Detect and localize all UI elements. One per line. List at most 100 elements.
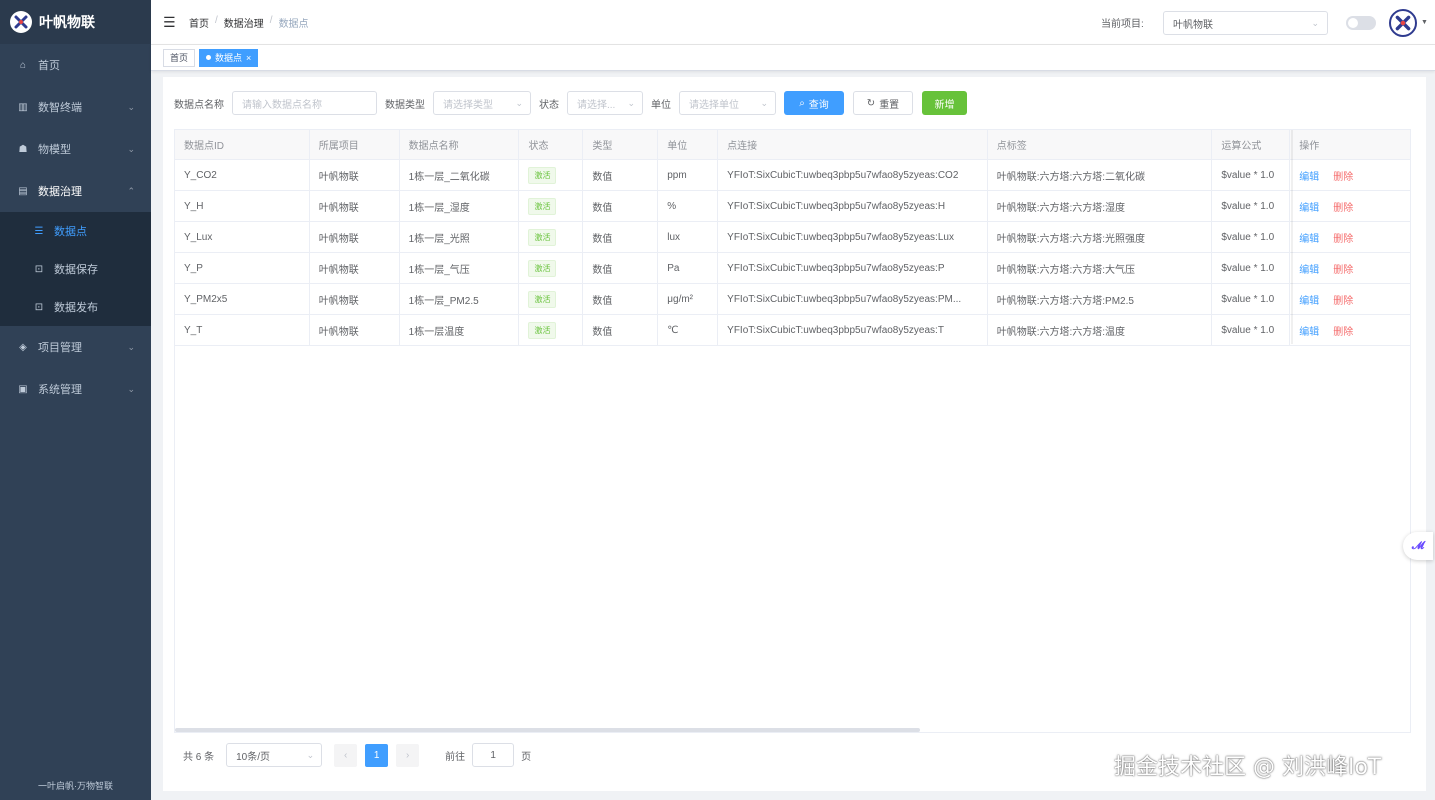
reset-button-label: 重置 <box>879 99 900 111</box>
delete-button[interactable]: 删除 <box>1333 199 1353 214</box>
delete-button[interactable]: 删除 <box>1333 261 1353 276</box>
filter-bar: 数据点名称 请输入数据点名称 数据类型 请选择类型 ⌄ 状态 请选择... ⌄ … <box>174 91 976 115</box>
status-badge: 激活 <box>528 166 557 184</box>
column-header: 操作 <box>1299 141 1320 152</box>
sidebar-item-data-points[interactable]: ☰ 数据点 <box>0 212 151 250</box>
table-cell: Y_Lux <box>175 222 310 252</box>
delete-button[interactable]: 删除 <box>1333 323 1353 338</box>
prev-page-button[interactable]: ‹ <box>334 743 358 767</box>
watermark: 掘金技术社区 @ 刘洪峰IoT <box>1114 755 1382 780</box>
assistant-float-button[interactable]: 𝓜 <box>1403 532 1433 560</box>
edit-button[interactable]: 编辑 <box>1299 199 1319 214</box>
table-cell: 数值 <box>583 160 659 190</box>
column-header: 状态 <box>519 130 584 159</box>
table-cell: 数值 <box>583 284 659 314</box>
status-select[interactable]: 请选择... ⌄ <box>567 91 643 115</box>
goto-label: 前往 <box>445 751 466 763</box>
table-cell: 叶帆物联 <box>310 160 400 190</box>
add-button[interactable]: 新增 <box>922 91 967 115</box>
chevron-down-icon: ⌄ <box>515 97 523 108</box>
close-icon[interactable]: × <box>246 53 251 63</box>
submenu: ☰ 数据点 ⊡ 数据保存 ⊡ 数据发布 <box>0 212 151 326</box>
edit-button[interactable]: 编辑 <box>1299 292 1319 307</box>
model-icon: ☗ <box>18 143 28 155</box>
table-cell: ppm <box>658 160 719 190</box>
tag-home[interactable]: 首页 <box>163 48 196 67</box>
sidebar-item-label: 数据发布 <box>54 302 98 314</box>
page-button[interactable]: 1 <box>365 743 389 767</box>
table-cell: 数值 <box>583 253 659 283</box>
table-cell: % <box>658 191 719 221</box>
unit-label: 单位 <box>651 99 671 111</box>
status-select-placeholder: 请选择... <box>577 99 616 111</box>
edit-button[interactable]: 编辑 <box>1299 323 1319 338</box>
column-header: 所属项目 <box>310 130 400 159</box>
refresh-icon: ↻ <box>866 97 876 109</box>
breadcrumb-home[interactable]: 首页 <box>189 15 209 30</box>
table-cell: 1栋一层_二氧化碳 <box>400 160 520 190</box>
app-name: 叶帆物联 <box>39 14 95 30</box>
table-cell: 叶帆物联 <box>310 315 400 345</box>
search-button-label: 查询 <box>808 99 829 111</box>
sidebar-item-terminal[interactable]: ▥ 数智终端 ⌄ <box>0 86 151 128</box>
unit-select-placeholder: 请选择单位 <box>689 99 739 111</box>
edit-button[interactable]: 编辑 <box>1299 230 1319 245</box>
table-cell: 叶帆物联 <box>310 253 400 283</box>
table-cell: YFIoT:SixCubicT:uwbeq3pbp5u7wfao8y5zyeas… <box>718 222 988 252</box>
edit-button[interactable]: 编辑 <box>1299 168 1319 183</box>
delete-button[interactable]: 删除 <box>1333 292 1353 307</box>
project-select[interactable]: 叶帆物联 ⌄ <box>1163 11 1328 35</box>
sidebar-item-model[interactable]: ☗ 物模型 ⌄ <box>0 128 151 170</box>
table-cell: Y_PM2x5 <box>175 284 310 314</box>
table-cell: 1栋一层_PM2.5 <box>400 284 520 314</box>
sidebar-item-label: 首页 <box>38 60 60 72</box>
name-input[interactable]: 请输入数据点名称 <box>232 91 377 115</box>
delete-button[interactable]: 删除 <box>1333 230 1353 245</box>
table-cell: lux <box>658 222 719 252</box>
avatar[interactable] <box>1389 9 1417 37</box>
sidebar-item-data-publish[interactable]: ⊡ 数据发布 <box>0 288 151 326</box>
edit-button[interactable]: 编辑 <box>1299 261 1319 276</box>
chevron-left-icon: ‹ <box>343 749 348 761</box>
chevron-down-icon: ⌄ <box>760 97 768 108</box>
status-label: 状态 <box>539 99 559 111</box>
chevron-right-icon: › <box>405 749 410 761</box>
chevron-down-icon: ⌄ <box>627 97 635 108</box>
actions-cell: 编辑 删除 <box>1290 253 1410 283</box>
theme-toggle[interactable] <box>1346 16 1376 30</box>
sidebar-item-project[interactable]: ◈ 项目管理 ⌄ <box>0 326 151 368</box>
delete-button[interactable]: 删除 <box>1333 168 1353 183</box>
terminal-icon: ▥ <box>18 101 28 113</box>
actions-cell: 编辑 删除 <box>1290 284 1410 314</box>
logo[interactable]: 叶帆物联 <box>0 0 151 44</box>
horizontal-scrollbar[interactable] <box>175 728 920 732</box>
page-size-select[interactable]: 10条/页 ⌄ <box>226 743 323 767</box>
caret-down-icon[interactable]: ▼ <box>1421 19 1428 26</box>
unit-select[interactable]: 请选择单位 ⌄ <box>679 91 776 115</box>
table-cell: Y_T <box>175 315 310 345</box>
hamburger-icon[interactable]: ☰ <box>163 14 179 31</box>
type-select[interactable]: 请选择类型 ⌄ <box>433 91 531 115</box>
sidebar-item-data-governance[interactable]: ▤ 数据治理 ⌃ <box>0 170 151 212</box>
table-cell: Y_H <box>175 191 310 221</box>
sidebar-item-home[interactable]: ⌂ 首页 <box>0 44 151 86</box>
pagination: 共 6 条 10条/页 ⌄ ‹ 1 › 前往 1 页 <box>183 743 531 767</box>
sidebar-item-data-save[interactable]: ⊡ 数据保存 <box>0 250 151 288</box>
sidebar-item-system[interactable]: ▣ 系统管理 ⌄ <box>0 368 151 410</box>
reset-button[interactable]: ↻ 重置 <box>853 91 913 115</box>
sidebar-item-label: 项目管理 <box>38 342 82 354</box>
column-header: 点连接 <box>718 130 988 159</box>
goto-input[interactable]: 1 <box>472 743 515 767</box>
table-cell: 1栋一层_光照 <box>400 222 520 252</box>
breadcrumb-data-governance[interactable]: 数据治理 <box>224 15 264 30</box>
breadcrumb-current: 数据点 <box>278 18 309 30</box>
active-dot-icon <box>206 55 212 60</box>
table-cell: $value * 1.0 <box>1212 191 1291 221</box>
tag-label: 首页 <box>170 53 189 63</box>
page-size-value: 10条/页 <box>236 751 271 763</box>
table-cell: $value * 1.0 <box>1212 284 1291 314</box>
tag-data-points[interactable]: 数据点 × <box>199 48 259 67</box>
search-button[interactable]: ⌕ 查询 <box>784 91 844 115</box>
breadcrumb-separator: / <box>215 14 218 26</box>
next-page-button[interactable]: › <box>396 743 420 767</box>
